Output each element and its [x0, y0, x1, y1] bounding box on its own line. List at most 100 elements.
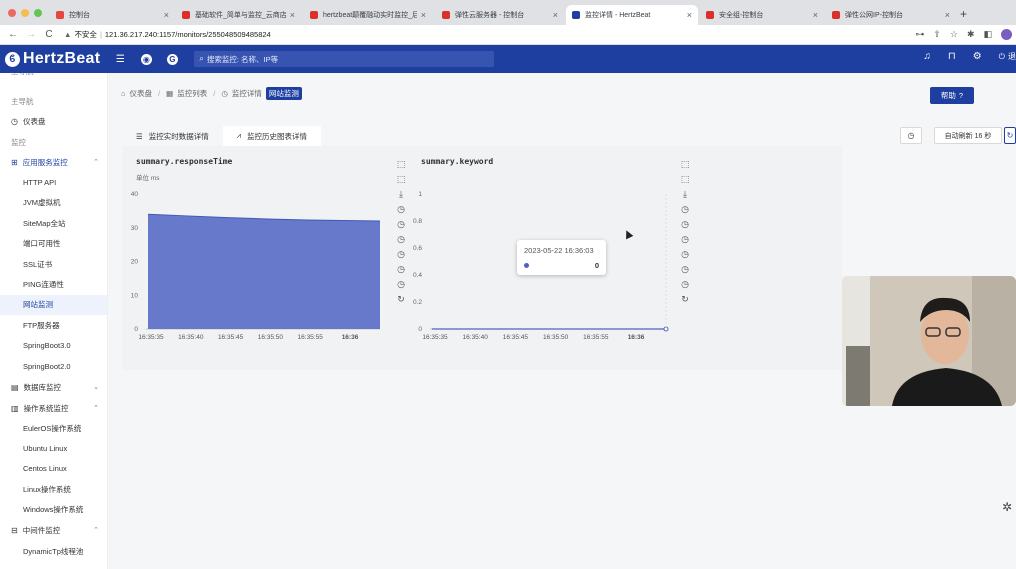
- history-1w-icon[interactable]: ◷: [397, 248, 405, 260]
- download-icon[interactable]: ⤓: [683, 188, 687, 200]
- clock-icon: ◷: [221, 89, 228, 98]
- gitee-icon[interactable]: G: [166, 53, 178, 65]
- sidebar-subitem[interactable]: SpringBoot3.0: [0, 336, 107, 356]
- reload-icon[interactable]: C: [44, 29, 54, 40]
- sidebar-item-database[interactable]: ▤ 数据库监控 ⌄: [0, 377, 107, 397]
- sidebar-subitem[interactable]: DynamicTp线程池: [0, 541, 107, 561]
- close-window-button[interactable]: [8, 9, 16, 17]
- zoom-icon[interactable]: ⬚: [681, 158, 690, 170]
- app-logo[interactable]: ϐ HertzBeat: [5, 50, 100, 68]
- sidebar-subitem[interactable]: JVM虚拟机: [0, 193, 107, 213]
- github-icon[interactable]: ◉: [140, 53, 152, 65]
- history-1w-icon[interactable]: ◷: [681, 248, 689, 260]
- series-dot-icon: [524, 263, 529, 268]
- browser-tab[interactable]: 监控详情 - HertzBeat ×: [566, 5, 698, 25]
- help-button[interactable]: 帮助 ?: [930, 87, 974, 104]
- sidebar-subitem[interactable]: Ubuntu Linux: [0, 438, 107, 458]
- gear-icon[interactable]: ⚙: [973, 51, 982, 62]
- sidebar-toggle-icon[interactable]: ◧: [983, 29, 992, 40]
- sidebar-subitem[interactable]: FTP服务器: [0, 315, 107, 335]
- history-12w-icon[interactable]: ◷: [397, 278, 405, 290]
- sidebar-subitem[interactable]: 网站监测: [0, 294, 107, 315]
- history-1h-icon[interactable]: ◷: [681, 203, 689, 215]
- address-bar: ← → C ▲ 不安全 | 121.36.217.240:1157/monito…: [0, 25, 1016, 45]
- tab-close-icon[interactable]: ×: [553, 10, 558, 20]
- browser-tab[interactable]: 基础软件_简单与监控_云商店-华为 ×: [176, 5, 301, 25]
- search-input[interactable]: ⌕ 搜索监控: 名称、IP等: [194, 51, 495, 67]
- extensions-icon[interactable]: ✱: [967, 29, 975, 40]
- refresh-icon[interactable]: ↻: [397, 293, 405, 305]
- zoom-reset-icon[interactable]: ⬚: [681, 173, 690, 185]
- browser-tab[interactable]: 弹性公网IP-控制台 ×: [826, 5, 956, 25]
- y-tick-label: 0: [418, 326, 422, 333]
- sidebar-subitem[interactable]: PING连通性: [0, 275, 107, 295]
- sidebar-subitem[interactable]: EulerOS操作系统: [0, 418, 107, 438]
- key-icon[interactable]: ⊶: [915, 29, 924, 40]
- minimize-window-button[interactable]: [21, 9, 29, 17]
- browser-tab[interactable]: 弹性云服务器 - 控制台 ×: [436, 5, 564, 25]
- url-field[interactable]: ▲ 不安全 | 121.36.217.240:1157/monitors/255…: [64, 29, 271, 40]
- tab-close-icon[interactable]: ×: [421, 10, 426, 20]
- zoom-icon[interactable]: ⬚: [397, 158, 406, 170]
- response-time-chart[interactable]: 0 10 20 30 40 16:35:35 16:35:40 16:35:45 16:35:5…: [122, 178, 382, 348]
- tab-realtime-detail[interactable]: ☰ 监控实时数据详情: [122, 126, 223, 146]
- history-6h-icon[interactable]: ◷: [397, 218, 405, 230]
- auto-refresh-select[interactable]: 自动刷新 16 秒: [934, 127, 1002, 144]
- bell-icon[interactable]: ♫: [923, 51, 931, 62]
- back-icon[interactable]: ←: [8, 29, 18, 40]
- browser-tab[interactable]: 安全组-控制台 ×: [700, 5, 824, 25]
- history-1h-icon[interactable]: ◷: [397, 203, 405, 215]
- history-4w-icon[interactable]: ◷: [397, 263, 405, 275]
- tab-history-chart[interactable]: ⩘ 监控历史图表详情: [222, 126, 321, 146]
- tab-close-icon[interactable]: ×: [813, 10, 818, 20]
- tab-title: hertzbeat颠覆融动实时监控_后: [323, 12, 417, 19]
- tab-close-icon[interactable]: ×: [945, 10, 950, 20]
- profile-avatar[interactable]: [1001, 29, 1012, 40]
- sidebar-subitem[interactable]: 端口可用性: [0, 234, 107, 254]
- magic-wand-icon[interactable]: ✲: [998, 498, 1016, 516]
- lock-icon[interactable]: ⊓: [948, 51, 956, 62]
- x-tick-label: 16:35:55: [583, 334, 609, 341]
- sidebar-subitem[interactable]: SpringBoot2.0: [0, 356, 107, 376]
- tab-favicon-icon: [442, 11, 450, 19]
- logout-button[interactable]: ⏻ 退: [999, 51, 1016, 62]
- x-tick-label: 16:35:40: [178, 334, 204, 341]
- refresh-icon[interactable]: ↻: [681, 293, 689, 305]
- browser-tab[interactable]: 控制台 ×: [50, 5, 175, 25]
- sidebar-item-app-service[interactable]: ⊞ 应用服务监控 ⌃: [0, 152, 107, 172]
- sidebar-item-os[interactable]: ▥ 操作系统监控 ⌃: [0, 398, 107, 418]
- monitor-type-badge: 网站监测: [265, 87, 302, 100]
- tab-title: 控制台: [69, 12, 90, 19]
- zoom-reset-icon[interactable]: ⬚: [397, 173, 406, 185]
- share-icon[interactable]: ⇧: [933, 29, 941, 40]
- url-text: 121.36.217.240:1157/monitors/25504850948…: [104, 30, 271, 39]
- tab-close-icon[interactable]: ×: [687, 10, 692, 20]
- tab-close-icon[interactable]: ×: [290, 10, 295, 20]
- maximize-window-button[interactable]: [34, 9, 42, 17]
- sidebar-subitem[interactable]: SiteMap全站: [0, 213, 107, 233]
- tab-close-icon[interactable]: ×: [164, 10, 169, 20]
- history-6h-icon[interactable]: ◷: [681, 218, 689, 230]
- sidebar-subitem[interactable]: HTTP API: [0, 173, 107, 193]
- history-1d-icon[interactable]: ◷: [397, 233, 405, 245]
- new-tab-button[interactable]: +: [960, 7, 967, 21]
- history-12w-icon[interactable]: ◷: [681, 278, 689, 290]
- history-4w-icon[interactable]: ◷: [681, 263, 689, 275]
- time-range-button[interactable]: ◷: [900, 127, 922, 144]
- menu-collapse-icon[interactable]: ☰: [114, 54, 126, 65]
- sidebar-item-dashboard[interactable]: ◷ 仪表盘: [0, 111, 107, 131]
- download-icon[interactable]: ⤓: [399, 188, 403, 200]
- sidebar-item-middleware[interactable]: ⊟ 中间件监控 ⌃: [0, 520, 107, 540]
- browser-tab[interactable]: hertzbeat颠覆融动实时监控_后 ×: [304, 5, 432, 25]
- refresh-button[interactable]: ↻: [1004, 127, 1016, 144]
- y-tick-label: 0: [134, 326, 138, 333]
- star-icon[interactable]: ☆: [950, 29, 958, 40]
- forward-icon[interactable]: →: [26, 29, 36, 40]
- sidebar-subitem[interactable]: Windows操作系统: [0, 500, 107, 520]
- breadcrumb-monitor-list[interactable]: 监控列表: [177, 88, 207, 99]
- sidebar-subitem[interactable]: Linux操作系统: [0, 479, 107, 499]
- sidebar-subitem[interactable]: Centos Linux: [0, 459, 107, 479]
- breadcrumb-dashboard[interactable]: 仪表盘: [130, 88, 153, 99]
- history-1d-icon[interactable]: ◷: [681, 233, 689, 245]
- sidebar-subitem[interactable]: SSL证书: [0, 254, 107, 274]
